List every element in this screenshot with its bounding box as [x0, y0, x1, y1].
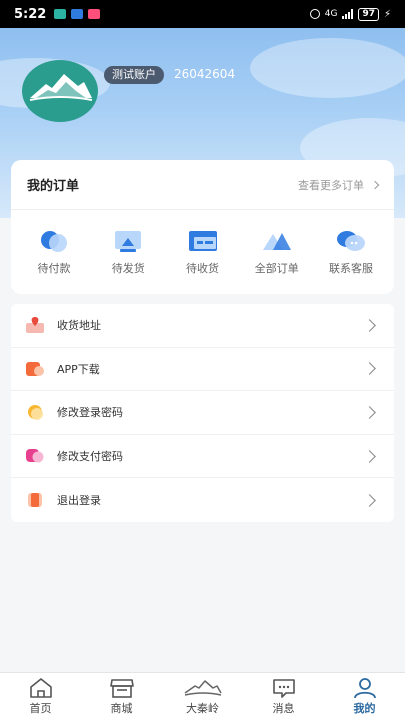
box-icon	[115, 231, 142, 252]
tab-shop[interactable]: 商城	[87, 677, 157, 716]
account-tag: 测试账户	[104, 66, 164, 84]
order-pending-payment[interactable]: 待付款	[17, 228, 91, 276]
menu-item-app-download[interactable]: APP下载	[11, 348, 394, 392]
tab-label: 大秦岭	[186, 702, 219, 715]
orders-title: 我的订单	[27, 179, 80, 194]
alarm-icon	[309, 9, 320, 19]
menu-item-logout[interactable]: 退出登录	[11, 478, 394, 522]
chevron-right-icon	[363, 449, 376, 463]
truck-icon	[188, 231, 217, 251]
logout-icon	[28, 493, 42, 508]
chevron-right-icon	[363, 493, 376, 507]
notification-app-icon	[54, 9, 67, 19]
pay-password-icon	[26, 449, 44, 463]
triangle-icon	[262, 233, 291, 250]
address-icon	[26, 317, 44, 334]
menu-label: APP下载	[57, 362, 100, 376]
status-time: 5:22	[14, 6, 47, 22]
chevron-right-icon	[363, 318, 376, 332]
mountain-logo-icon	[184, 680, 222, 696]
chat-icon	[337, 231, 365, 251]
settings-menu: 收货地址 APP下载 修改登录密码 修改支付密码 退出登录	[11, 304, 394, 522]
tab-label: 我的	[353, 702, 376, 715]
menu-item-address[interactable]: 收货地址	[11, 304, 394, 348]
tab-messages[interactable]: 消息	[249, 677, 319, 716]
notification-app-icon	[71, 9, 84, 19]
order-pending-shipment[interactable]: 待发货	[91, 228, 165, 276]
signal-icon	[342, 9, 354, 19]
orders-header: 我的订单 查看更多订单	[11, 160, 394, 210]
tab-profile[interactable]: 我的	[330, 677, 400, 716]
menu-item-login-password[interactable]: 修改登录密码	[11, 391, 394, 435]
mountain-logo-icon	[29, 74, 93, 101]
tab-label: 首页	[29, 702, 52, 715]
user-id: 26042604	[174, 67, 236, 81]
download-icon	[26, 361, 44, 376]
menu-label: 修改登录密码	[57, 406, 123, 420]
tab-daqinling[interactable]: 大秦岭	[168, 677, 238, 716]
network-type: 4G	[324, 9, 338, 19]
status-bar: 5:22 4G 97 ⚡	[0, 0, 405, 28]
order-label: 待付款	[37, 262, 71, 275]
tab-label: 商城	[110, 702, 133, 715]
password-icon	[28, 405, 43, 421]
user-icon	[353, 678, 376, 699]
view-more-label: 查看更多订单	[298, 178, 364, 192]
tab-label: 消息	[272, 702, 295, 715]
chevron-right-icon	[370, 180, 380, 189]
orders-card: 我的订单 查看更多订单 待付款 待发货 待收货 全部订单 联系客服	[11, 160, 394, 294]
wallet-icon	[41, 231, 67, 252]
view-more-orders-link[interactable]: 查看更多订单	[298, 177, 380, 193]
order-label: 联系客服	[329, 262, 373, 275]
order-customer-service[interactable]: 联系客服	[314, 228, 388, 276]
message-icon	[272, 679, 295, 698]
battery-indicator: 97	[358, 7, 379, 21]
order-pending-receipt[interactable]: 待收货	[166, 228, 240, 276]
tab-home[interactable]: 首页	[6, 677, 76, 716]
order-label: 待收货	[186, 262, 219, 275]
menu-label: 修改支付密码	[57, 450, 123, 464]
notification-app-icon	[88, 9, 101, 19]
charging-icon: ⚡	[383, 8, 391, 20]
order-all[interactable]: 全部订单	[240, 228, 314, 276]
menu-item-pay-password[interactable]: 修改支付密码	[11, 435, 394, 479]
order-label: 待发货	[111, 262, 145, 275]
order-label: 全部订单	[254, 262, 299, 275]
bottom-tab-bar: 首页 商城 大秦岭 消息 我的	[0, 672, 405, 720]
shop-icon	[109, 679, 134, 698]
chevron-right-icon	[363, 406, 376, 419]
home-icon	[29, 678, 52, 698]
chevron-right-icon	[363, 362, 376, 376]
avatar[interactable]	[22, 60, 98, 122]
menu-label: 退出登录	[57, 494, 101, 508]
menu-label: 收货地址	[57, 319, 101, 333]
